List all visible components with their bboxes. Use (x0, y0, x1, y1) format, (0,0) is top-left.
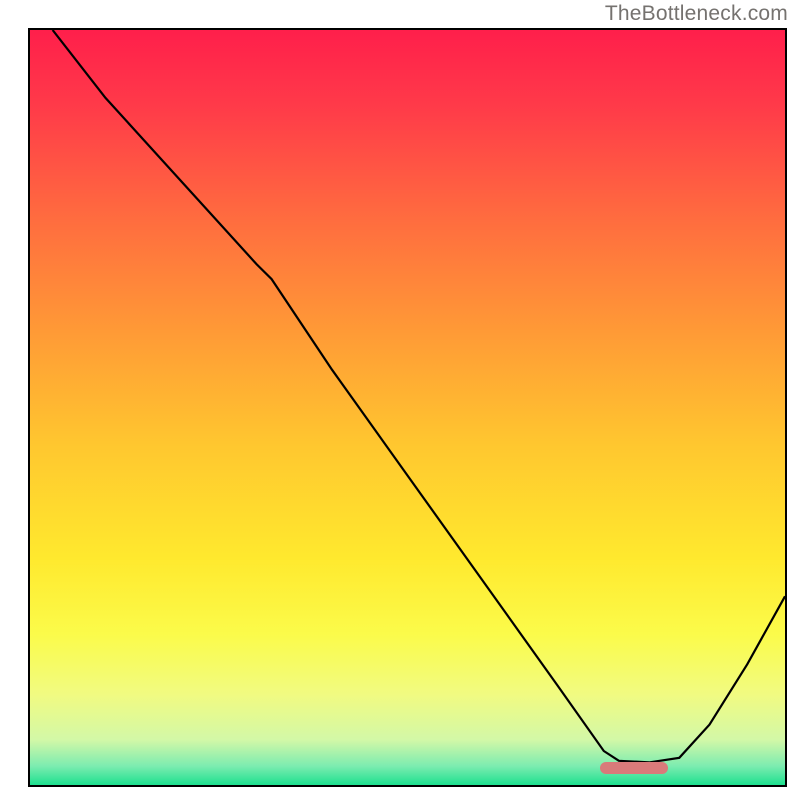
chart-line (30, 30, 785, 785)
optimal-range-marker (600, 762, 668, 774)
chart-plot-area (30, 30, 785, 785)
watermark-text: TheBottleneck.com (605, 2, 788, 26)
